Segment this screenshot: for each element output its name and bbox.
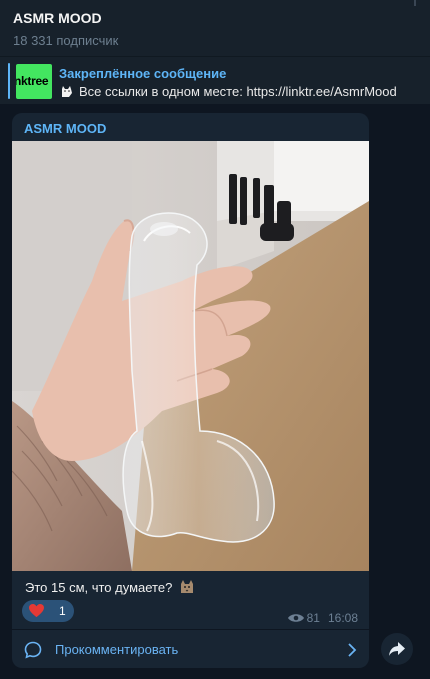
pinned-heading: Закреплённое сообщение — [59, 66, 227, 81]
reaction-count: 1 — [59, 604, 66, 618]
eye-icon — [287, 614, 304, 622]
post-photo-image — [12, 141, 369, 571]
comment-button[interactable]: Прокомментировать — [12, 630, 369, 668]
subscriber-count: 18 331 подписчик — [13, 33, 119, 48]
pinned-thumbnail-text: nktree — [16, 74, 49, 88]
pinned-message-bar[interactable]: nktree Закреплённое сообщение Все ссылки… — [0, 56, 430, 104]
post-meta: 81 16:08 — [287, 611, 358, 625]
post-caption-row: Это 15 см, что думаете? — [25, 579, 195, 595]
share-arrow-icon — [389, 642, 405, 656]
heart-icon — [29, 604, 44, 618]
chevron-right-icon — [348, 643, 357, 657]
channel-header[interactable]: ASMR MOOD 18 331 подписчик — [0, 0, 430, 56]
comment-bubble-icon — [24, 641, 42, 659]
pinned-text-row: Все ссылки в одном месте: https://linktr… — [59, 84, 397, 99]
channel-post[interactable]: ASMR MOOD Это 15 см, что думаете? 1 81 1… — [12, 113, 369, 668]
pinned-accent-line — [8, 63, 10, 99]
pinned-text: Все ссылки в одном месте: https://linktr… — [79, 84, 397, 99]
view-count: 81 — [306, 611, 320, 625]
heart-reaction[interactable]: 1 — [22, 600, 74, 622]
share-button[interactable] — [381, 633, 413, 665]
cat-icon — [62, 86, 72, 97]
channel-title: ASMR MOOD — [13, 10, 102, 26]
cat-face-icon — [180, 580, 193, 593]
post-caption: Это 15 см, что думаете? — [25, 580, 173, 595]
post-time: 16:08 — [327, 611, 358, 625]
scroll-indicator — [414, 0, 416, 6]
comment-label: Прокомментировать — [55, 642, 179, 657]
post-author: ASMR MOOD — [24, 121, 107, 136]
pinned-thumbnail: nktree — [16, 64, 52, 99]
post-photo[interactable] — [12, 141, 369, 571]
